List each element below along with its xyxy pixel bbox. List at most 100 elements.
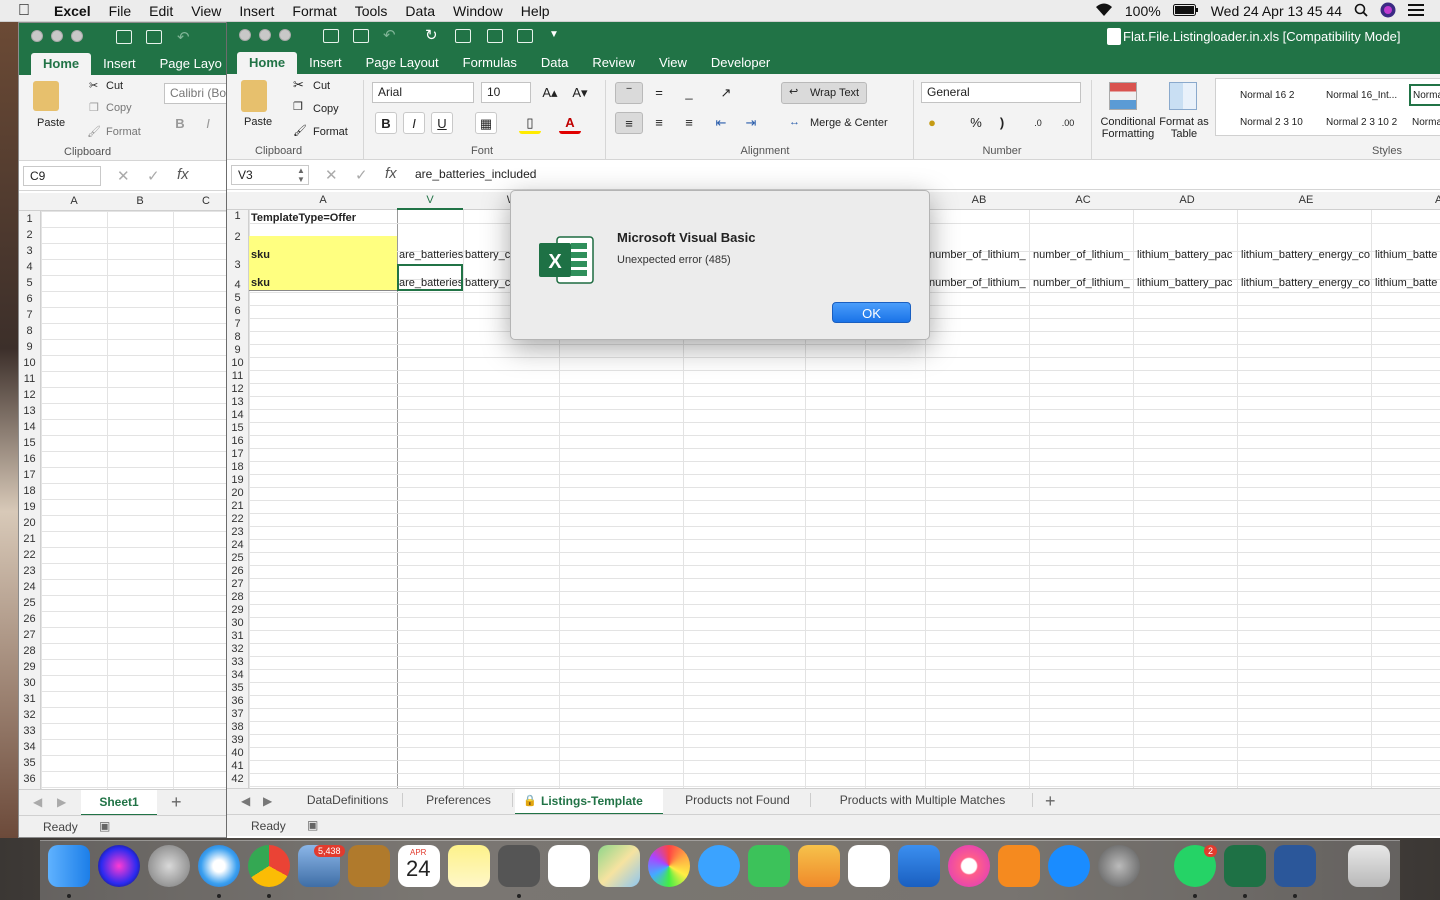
cell-v2[interactable]: are_batteries (399, 249, 464, 261)
main-window-controls[interactable] (239, 29, 299, 44)
sheet-tab-products-multiple-matches[interactable]: Products with Multiple Matches (813, 793, 1033, 807)
row-header[interactable]: 3 (227, 251, 248, 279)
fx-icon[interactable]: fx (177, 166, 189, 183)
col-ae[interactable]: AE (1239, 194, 1373, 206)
row-header[interactable]: 42 (227, 773, 248, 786)
row-header[interactable]: 23 (227, 526, 248, 539)
row-header[interactable]: 33 (227, 656, 248, 669)
cut-button[interactable]: Cut (313, 80, 330, 92)
prev-sheet-icon[interactable]: ◀ (241, 794, 250, 808)
sheet-tab-products-not-found[interactable]: Products not Found (665, 793, 811, 807)
paste-icon[interactable] (241, 80, 267, 112)
contacts-icon[interactable] (348, 845, 390, 887)
back-name-box[interactable]: C9 (23, 166, 101, 186)
back-row-header[interactable]: 35 (19, 755, 40, 771)
format-painter-icon[interactable]: 🖌 (87, 125, 101, 138)
row-header[interactable]: 2 (227, 223, 248, 251)
row-header[interactable]: 16 (227, 435, 248, 448)
row-header[interactable]: 12 (227, 383, 248, 396)
chrome-icon[interactable] (248, 845, 290, 887)
system-preferences-icon[interactable] (1098, 845, 1140, 887)
orientation-icon[interactable]: ↗ (711, 82, 741, 104)
cell-af2[interactable]: lithium_batte (1375, 249, 1440, 261)
style-normal-16-2[interactable]: Normal 16 2 (1240, 90, 1294, 101)
back-row-header[interactable]: 30 (19, 675, 40, 691)
col-ab[interactable]: AB (927, 194, 1031, 206)
tab-insert[interactable]: Insert (297, 52, 354, 74)
align-top-icon[interactable]: ‾ (615, 82, 643, 104)
row-header[interactable]: 24 (227, 539, 248, 552)
borders-icon[interactable]: ▦ (475, 112, 497, 134)
back-bold-button[interactable]: B (169, 113, 191, 135)
align-bottom-icon[interactable]: _ (675, 82, 703, 104)
row-header[interactable]: 25 (227, 552, 248, 565)
font-name-dropdown[interactable]: Arial (372, 82, 474, 103)
conditional-formatting-button[interactable]: Conditional Formatting (1097, 116, 1159, 140)
back-row-header[interactable]: 4 (19, 259, 40, 275)
ok-button[interactable]: OK (832, 302, 911, 323)
conditional-formatting-icon[interactable] (1109, 82, 1137, 110)
tab-data[interactable]: Data (529, 52, 580, 74)
row-header[interactable]: 10 (227, 357, 248, 370)
macro-icon[interactable] (487, 29, 503, 43)
edit-icon[interactable] (455, 29, 471, 43)
back-row-header[interactable]: 12 (19, 387, 40, 403)
launchpad-icon[interactable] (148, 845, 190, 887)
row-header[interactable]: 35 (227, 682, 248, 695)
battery-icon[interactable] (1172, 3, 1199, 19)
photos-icon[interactable] (648, 845, 690, 887)
cell-ad3[interactable]: lithium_battery_pac (1137, 277, 1239, 289)
siri-app-icon[interactable] (98, 845, 140, 887)
col-af[interactable]: A (1373, 194, 1440, 206)
row-header[interactable]: 29 (227, 604, 248, 617)
align-middle-icon[interactable]: = (645, 82, 673, 104)
menu-view[interactable]: View (191, 3, 221, 19)
sheet-tab-datadefinitions[interactable]: DataDefinitions (293, 793, 403, 807)
apple-icon[interactable]:  (18, 2, 40, 20)
back-row-header[interactable]: 13 (19, 403, 40, 419)
row-header[interactable]: 8 (227, 331, 248, 344)
back-row-header[interactable]: 27 (19, 627, 40, 643)
row-header[interactable]: 21 (227, 500, 248, 513)
menu-data[interactable]: Data (405, 3, 435, 19)
notes-icon[interactable] (448, 845, 490, 887)
tab-home[interactable]: Home (237, 52, 298, 74)
row-header[interactable]: 11 (227, 370, 248, 383)
next-sheet-icon[interactable]: ▶ (263, 794, 272, 808)
back-row-header[interactable]: 33 (19, 723, 40, 739)
font-color-icon[interactable]: A (559, 112, 581, 134)
align-right-icon[interactable]: ≡ (675, 112, 703, 134)
check-icon[interactable]: ✓ (355, 166, 368, 184)
cell-ac2[interactable]: number_of_lithium_ (1033, 249, 1135, 261)
macro-record-icon[interactable]: ▣ (307, 818, 318, 832)
increase-indent-icon[interactable]: ⇥ (737, 112, 765, 134)
format-as-table-icon[interactable] (1169, 82, 1197, 110)
back-paste-button[interactable]: Paste (37, 117, 65, 129)
back-row-header[interactable]: 7 (19, 307, 40, 323)
back-window-controls[interactable] (31, 30, 91, 45)
books-icon[interactable] (998, 845, 1040, 887)
maps-icon[interactable] (598, 845, 640, 887)
pages-icon[interactable] (798, 845, 840, 887)
sidebar-toggle-icon[interactable] (323, 29, 339, 43)
underline-button[interactable]: U (431, 112, 453, 134)
back-row-header[interactable]: 5 (19, 275, 40, 291)
redo-icon[interactable]: ↻ (425, 26, 438, 44)
row-header[interactable]: 34 (227, 669, 248, 682)
back-row-header[interactable]: 31 (19, 691, 40, 707)
col-ac[interactable]: AC (1031, 194, 1135, 206)
back-row-header[interactable]: 29 (19, 659, 40, 675)
back-row-header[interactable]: 10 (19, 355, 40, 371)
menu-help[interactable]: Help (521, 3, 550, 19)
menu-file[interactable]: File (109, 3, 132, 19)
row-header[interactable]: 5 (227, 292, 248, 305)
row-header[interactable]: 17 (227, 448, 248, 461)
messages-icon[interactable] (698, 845, 740, 887)
decrease-decimal-icon[interactable]: .00 (1057, 112, 1079, 134)
trash-icon[interactable] (1348, 845, 1390, 887)
spotlight-icon[interactable] (1354, 3, 1368, 20)
picture-icon[interactable] (517, 29, 533, 43)
row-header[interactable]: 32 (227, 643, 248, 656)
back-italic-button[interactable]: I (197, 113, 219, 135)
save-icon[interactable] (353, 29, 369, 43)
